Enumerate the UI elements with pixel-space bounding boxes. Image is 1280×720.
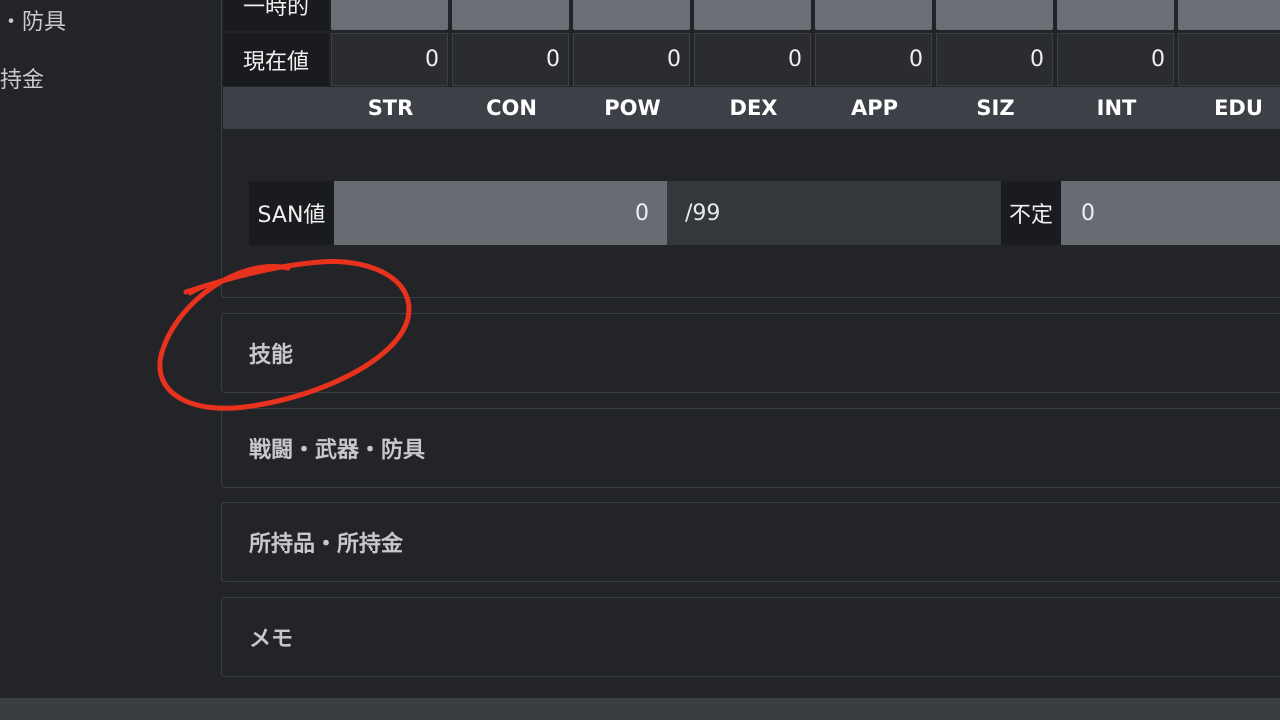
sidebar-item-label: 持金 (0, 68, 45, 93)
current-value-edu (1178, 33, 1280, 86)
san-input[interactable]: 0 (334, 181, 667, 245)
section-inventory[interactable]: 所持品・所持金 (221, 502, 1280, 582)
current-value-pow: 0 (573, 33, 690, 86)
section-combat-label: 戦闘・武器・防具 (249, 438, 426, 463)
stat-header-con: CON (486, 96, 537, 120)
section-skills-label: 技能 (249, 343, 294, 368)
current-value-con: 0 (452, 33, 569, 86)
section-combat[interactable]: 戦闘・武器・防具 (221, 408, 1280, 488)
current-value-str: 0 (331, 33, 448, 86)
stat-header-app: APP (850, 96, 899, 120)
stat-header-pow: POW (604, 96, 661, 120)
stat-header-int: INT (1096, 96, 1137, 120)
bottom-bar (0, 698, 1280, 720)
temp-input-dex[interactable] (694, 0, 811, 30)
temp-input-siz[interactable] (936, 0, 1053, 30)
temp-input-con[interactable] (452, 0, 569, 30)
stat-header-str: STR (367, 96, 414, 120)
temp-input-edu[interactable] (1178, 0, 1280, 30)
sidebar-item-armor[interactable]: ・防具 (0, 4, 66, 36)
section-memo[interactable]: メモ (221, 597, 1280, 677)
temp-input-app[interactable] (815, 0, 932, 30)
temp-input-int[interactable] (1057, 0, 1174, 30)
indefinite-input[interactable]: 0 (1061, 181, 1280, 245)
stat-header-siz: SIZ (976, 96, 1015, 120)
temp-row-label: 一時的 (223, 0, 329, 31)
san-label: SAN値 (249, 181, 334, 245)
current-value-int: 0 (1057, 33, 1174, 86)
current-value-dex: 0 (694, 33, 811, 86)
section-memo-label: メモ (249, 627, 294, 652)
stat-header-dex: DEX (729, 96, 778, 120)
stat-header-edu: EDU (1214, 96, 1263, 120)
temp-input-pow[interactable] (573, 0, 690, 30)
current-row-label: 現在値 (223, 33, 329, 86)
sidebar-item-label: ・防具 (0, 10, 67, 35)
current-value-app: 0 (815, 33, 932, 86)
temp-input-str[interactable] (331, 0, 448, 30)
current-value-siz: 0 (936, 33, 1053, 86)
indefinite-label: 不定 (1001, 181, 1061, 245)
san-max: /99 (667, 181, 1001, 245)
section-skills[interactable]: 技能 (221, 313, 1280, 393)
sidebar-item-money[interactable]: 持金 (0, 62, 44, 94)
section-inventory-label: 所持品・所持金 (249, 532, 404, 557)
